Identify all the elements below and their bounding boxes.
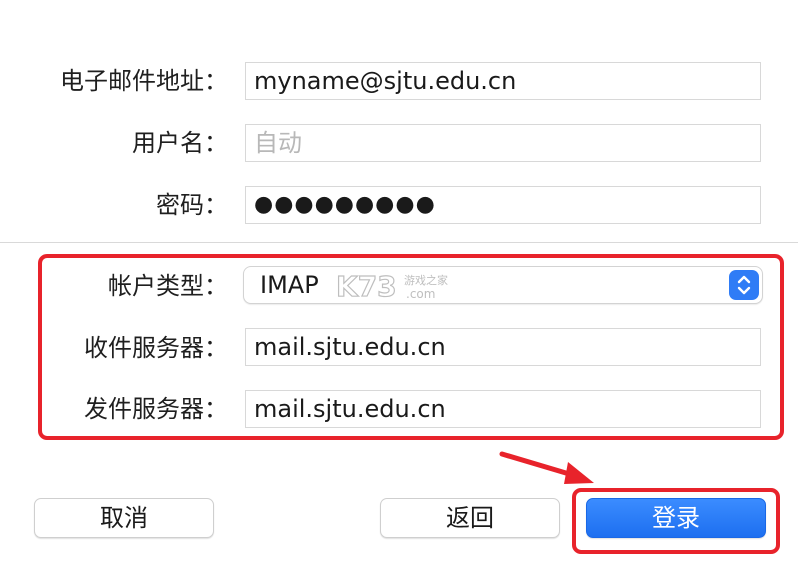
watermark-cn-text: 游戏之家: [404, 273, 448, 287]
password-label: 密码：: [156, 191, 228, 219]
email-label: 电子邮件地址：: [60, 67, 228, 95]
back-button[interactable]: 返回: [380, 498, 560, 538]
outgoing-server-field[interactable]: mail.sjtu.edu.cn: [245, 390, 761, 428]
email-field[interactable]: myname@sjtu.edu.cn: [245, 62, 761, 100]
watermark-domain: .com: [406, 287, 435, 301]
section-divider: [0, 242, 798, 243]
k73-watermark-logo: K73 游戏之家 .com: [335, 269, 466, 303]
incoming-server-field[interactable]: mail.sjtu.edu.cn: [245, 328, 761, 366]
account-type-label: 帐户类型：: [108, 272, 228, 300]
mail-account-setup-dialog: 电子邮件地址： myname@sjtu.edu.cn 用户名： 自动 密码： ●…: [0, 0, 798, 576]
account-type-value: IMAP: [260, 271, 319, 299]
watermark-brand: K73: [336, 271, 397, 301]
red-arrow-annotation: [499, 451, 594, 484]
outgoing-server-label: 发件服务器：: [84, 395, 228, 423]
username-field[interactable]: 自动: [245, 124, 761, 162]
account-type-select[interactable]: IMAP: [243, 266, 763, 304]
password-field[interactable]: ●●●●●●●●●: [245, 186, 761, 224]
login-button[interactable]: 登录: [586, 498, 766, 538]
cancel-button[interactable]: 取消: [34, 498, 214, 538]
chevron-up-down-icon[interactable]: [729, 270, 759, 300]
incoming-server-label: 收件服务器：: [84, 334, 228, 362]
username-label: 用户名：: [132, 129, 228, 157]
